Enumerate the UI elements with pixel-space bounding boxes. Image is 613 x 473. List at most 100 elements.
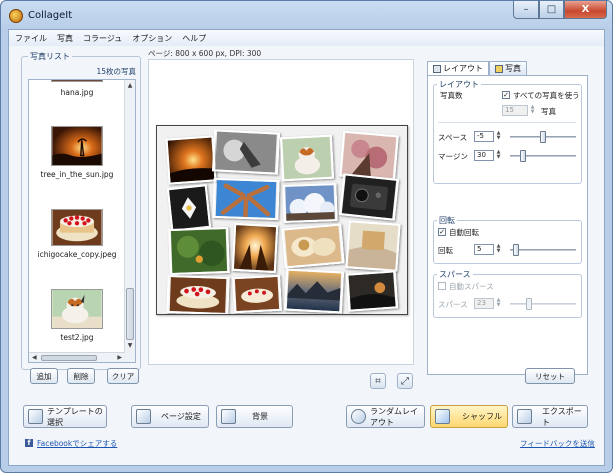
tab-photo[interactable]: 写真 xyxy=(489,61,527,75)
sparse-field[interactable]: 23 xyxy=(474,298,494,309)
collage-photo[interactable] xyxy=(166,274,230,315)
collage-photo[interactable] xyxy=(212,177,280,221)
scroll-thumb[interactable] xyxy=(41,355,97,361)
space-stepper[interactable]: ▲ ▼ xyxy=(495,131,502,142)
photo-filename: ichigocake_copy.jpeg xyxy=(37,250,117,259)
collage-photo[interactable] xyxy=(345,220,401,272)
photo-icon xyxy=(495,64,503,73)
add-photo-button[interactable]: 追加 xyxy=(30,368,58,384)
sparse-label: スパース xyxy=(438,300,468,309)
photo-list[interactable]: hana.jpg tree_in_the_sun.jpg ichigocake_… xyxy=(28,79,136,363)
client-area: ファイル 写真 コラージュ オプション ヘルプ ページ: 800 x 600 p… xyxy=(8,29,605,466)
menu-help[interactable]: ヘルプ xyxy=(182,33,206,44)
list-item[interactable]: tree_in_the_sun.jpg xyxy=(29,126,125,179)
app-window: CollageIt – □ X ファイル 写真 コラージュ オプション ヘルプ … xyxy=(0,0,613,473)
menu-collage[interactable]: コラージュ xyxy=(83,33,122,44)
title-bar[interactable]: CollageIt – □ X xyxy=(1,1,612,29)
facebook-icon[interactable]: f xyxy=(25,439,33,447)
margin-stepper[interactable]: ▲ ▼ xyxy=(495,150,502,161)
rotation-slider-thumb[interactable] xyxy=(513,244,519,256)
collage-photo[interactable] xyxy=(279,134,335,182)
delete-photo-button[interactable]: 削除 xyxy=(67,368,95,384)
tab-layout-label: レイアウト xyxy=(443,64,483,73)
space-field[interactable]: -5 xyxy=(474,131,494,142)
rotation-stepper[interactable]: ▲ ▼ xyxy=(495,244,502,255)
export-button[interactable]: エクスポート xyxy=(512,405,588,428)
photo-count: 15枚の写真 xyxy=(96,67,136,76)
collage-photo[interactable] xyxy=(338,173,400,221)
auto-rotate-checkbox[interactable]: ✓ xyxy=(438,228,446,236)
collage-photo[interactable] xyxy=(281,223,345,269)
sparse-slider-thumb[interactable] xyxy=(526,298,532,310)
page-info: ページ: 800 x 600 px, DPI: 300 xyxy=(148,49,262,58)
list-item[interactable]: ichigocake_copy.jpeg xyxy=(29,209,125,259)
page-setup-button[interactable]: ページ設定 xyxy=(131,405,209,428)
random-layout-icon xyxy=(351,409,366,424)
vertical-scrollbar[interactable]: ▲ ▼ xyxy=(124,80,135,362)
margin-slider-thumb[interactable] xyxy=(520,150,526,162)
collage-photo[interactable] xyxy=(168,226,230,276)
collage-photo[interactable] xyxy=(165,135,217,185)
rotation-label: 回転 xyxy=(438,246,453,255)
photo-filename: hana.jpg xyxy=(60,88,94,97)
use-all-photos-label: すべての写真を使う xyxy=(513,91,580,100)
maximize-button[interactable]: □ xyxy=(539,1,564,19)
crop-tool-icon[interactable]: ⌗ xyxy=(370,373,386,389)
app-logo-icon xyxy=(9,9,23,23)
tab-layout[interactable]: レイアウト xyxy=(427,61,489,75)
sparse-slider-track[interactable] xyxy=(510,303,576,305)
list-item[interactable]: test2.jpg xyxy=(29,289,125,342)
collage-preview[interactable] xyxy=(156,125,408,315)
sparse-stepper[interactable]: ▲ ▼ xyxy=(495,298,502,309)
background-label: 背景 xyxy=(252,412,268,421)
photo-list-group: 写真リスト 15枚の写真 hana.jpg tree_in_the_sun.jp… xyxy=(21,51,141,370)
collage-photo[interactable] xyxy=(282,183,338,223)
margin-field[interactable]: 30 xyxy=(474,150,494,161)
shuffle-button[interactable]: シャッフル xyxy=(430,405,508,428)
rotation-field[interactable]: 5 xyxy=(474,244,494,255)
space-label: スペース xyxy=(438,133,468,142)
export-icon xyxy=(517,409,532,424)
photo-thumbnail xyxy=(51,126,103,166)
feedback-link[interactable]: フィードバックを送信 xyxy=(520,438,595,449)
facebook-share-link[interactable]: Facebookでシェアする xyxy=(37,438,117,449)
select-template-button[interactable]: テンプレートの選択 xyxy=(23,405,107,428)
auto-sparse-checkbox[interactable] xyxy=(438,282,446,290)
collage-photo[interactable] xyxy=(232,274,282,314)
minimize-button[interactable]: – xyxy=(513,1,539,19)
scroll-thumb[interactable] xyxy=(126,288,134,340)
scroll-down-icon[interactable]: ▼ xyxy=(126,342,134,350)
close-button[interactable]: X xyxy=(564,1,607,19)
random-layout-button[interactable]: ランダムレイアウト xyxy=(346,405,425,428)
scroll-right-icon[interactable]: ▶ xyxy=(117,353,122,362)
menu-file[interactable]: ファイル xyxy=(15,33,47,44)
use-all-photos-checkbox[interactable]: ✓ xyxy=(502,91,510,99)
collage-photo[interactable] xyxy=(283,268,345,314)
auto-rotate-label: 自動回転 xyxy=(449,228,479,237)
space-slider-thumb[interactable] xyxy=(540,131,546,143)
rotation-slider-track[interactable] xyxy=(510,249,576,251)
menu-options[interactable]: オプション xyxy=(132,33,172,44)
collage-photo[interactable] xyxy=(231,222,279,274)
collage-photo[interactable] xyxy=(211,129,281,175)
tab-photo-label: 写真 xyxy=(505,64,521,73)
collage-photo[interactable] xyxy=(166,184,212,232)
menu-photo[interactable]: 写真 xyxy=(57,33,73,44)
auto-sparse-label: 自動スパース xyxy=(449,282,494,291)
clear-photos-button[interactable]: クリア xyxy=(107,368,139,384)
background-button[interactable]: 背景 xyxy=(216,405,293,428)
page-setup-icon xyxy=(136,409,151,424)
scroll-left-icon[interactable]: ◀ xyxy=(32,353,37,362)
reset-button[interactable]: リセット xyxy=(525,368,575,384)
horizontal-scrollbar[interactable]: ◀ ▶ xyxy=(29,352,125,362)
select-template-label: テンプレートの選択 xyxy=(47,406,103,427)
template-icon xyxy=(28,409,43,424)
collage-photo[interactable] xyxy=(345,270,399,312)
scroll-up-icon[interactable]: ▲ xyxy=(126,82,134,90)
photo-count-field[interactable]: 15 xyxy=(502,105,528,116)
photo-thumbnail xyxy=(51,80,103,82)
list-item[interactable]: hana.jpg xyxy=(29,80,125,97)
photo-count-stepper[interactable]: ▲ ▼ xyxy=(529,105,536,116)
layout-settings-panel: レイアウト 写真数 ✓ すべての写真を使う 15 ▲ ▼ 写真 スペース -5 ▲… xyxy=(427,75,588,375)
fit-to-window-icon[interactable]: ⤢ xyxy=(397,373,413,389)
